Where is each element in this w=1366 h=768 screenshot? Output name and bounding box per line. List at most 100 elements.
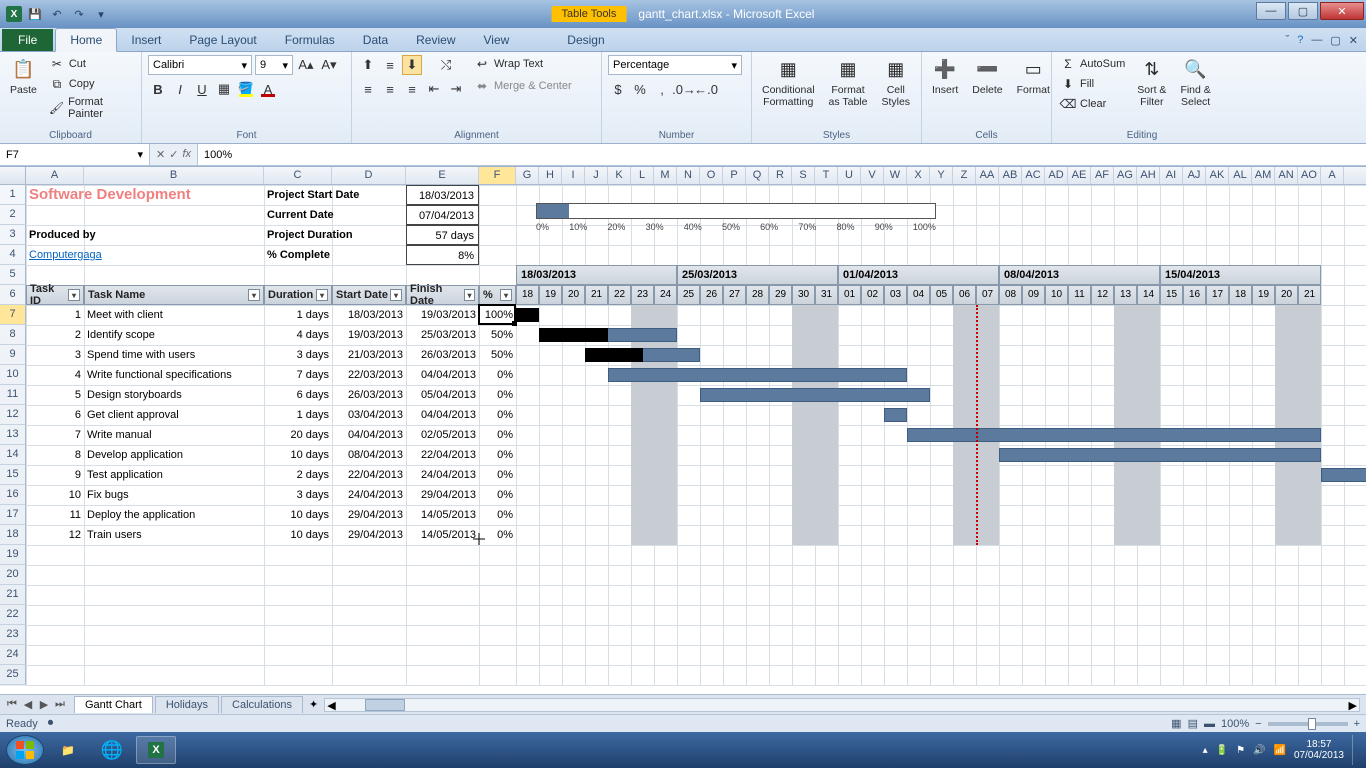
cell[interactable]: 3 xyxy=(26,345,84,365)
spreadsheet-grid[interactable]: ABCDEFGHIJKLMNOPQRSTUVWXYZAAABACADAEAFAG… xyxy=(0,166,1366,686)
cell[interactable]: 26/03/2013 xyxy=(406,345,479,365)
row-header[interactable]: 25 xyxy=(0,665,26,685)
view-pagebreak-icon[interactable]: ▬ xyxy=(1204,718,1215,730)
cell[interactable]: 03/04/2013 xyxy=(332,405,406,425)
comma-format-button[interactable]: , xyxy=(652,79,672,99)
column-header[interactable]: I xyxy=(562,167,585,184)
column-header[interactable]: G xyxy=(516,167,539,184)
cell[interactable]: 3 days xyxy=(264,485,332,505)
column-header[interactable]: U xyxy=(838,167,861,184)
zoom-out-button[interactable]: − xyxy=(1255,718,1261,730)
sort-filter-button[interactable]: ⇅Sort & Filter xyxy=(1133,55,1170,110)
column-header[interactable]: T xyxy=(815,167,838,184)
column-header[interactable]: L xyxy=(631,167,654,184)
cell[interactable]: 10 xyxy=(26,485,84,505)
column-header[interactable]: Z xyxy=(953,167,976,184)
taskbar-chrome-icon[interactable]: 🌐 xyxy=(92,736,132,764)
zoom-in-button[interactable]: + xyxy=(1354,718,1360,730)
column-header[interactable]: AN xyxy=(1275,167,1298,184)
cell[interactable]: Spend time with users xyxy=(84,345,264,365)
cell[interactable]: 1 days xyxy=(264,305,332,325)
column-header[interactable]: AG xyxy=(1114,167,1137,184)
cell[interactable]: 50% xyxy=(479,325,516,345)
cell[interactable]: 08/04/2013 xyxy=(332,445,406,465)
column-header[interactable]: V xyxy=(861,167,884,184)
column-header[interactable]: AJ xyxy=(1183,167,1206,184)
filter-dropdown-icon[interactable]: ▾ xyxy=(464,289,475,301)
align-right-button[interactable]: ≡ xyxy=(402,79,422,99)
cell[interactable]: Project Start Date xyxy=(264,185,404,205)
cell[interactable]: % Complete xyxy=(264,245,404,265)
workbook-restore-icon[interactable]: ▢ xyxy=(1330,34,1340,47)
grow-font-button[interactable]: A▴ xyxy=(296,55,316,75)
column-header[interactable]: M xyxy=(654,167,677,184)
cell[interactable]: Write functional specifications xyxy=(84,365,264,385)
cell[interactable]: Train users xyxy=(84,525,264,545)
cell[interactable]: 0% xyxy=(479,485,516,505)
cut-button[interactable]: ✂Cut xyxy=(47,55,135,73)
cell[interactable]: Identify scope xyxy=(84,325,264,345)
taskbar-excel-icon[interactable]: X xyxy=(136,736,176,764)
row-header[interactable]: 14 xyxy=(0,445,26,465)
merge-center-button[interactable]: ⬌Merge & Center xyxy=(472,77,574,95)
table-header[interactable]: Start Date▾ xyxy=(332,285,406,305)
cell[interactable]: 1 days xyxy=(264,405,332,425)
file-tab[interactable]: File xyxy=(2,29,53,51)
minimize-ribbon-icon[interactable]: ˇ xyxy=(1286,34,1290,47)
cell[interactable]: Produced by xyxy=(26,225,206,245)
cell[interactable]: 6 days xyxy=(264,385,332,405)
column-header[interactable]: H xyxy=(539,167,562,184)
row-header[interactable]: 15 xyxy=(0,465,26,485)
cell[interactable]: 14/05/2013 xyxy=(406,525,479,545)
cell[interactable]: 19/03/2013 xyxy=(332,325,406,345)
decrease-decimal-button[interactable]: ←.0 xyxy=(696,79,716,99)
filter-dropdown-icon[interactable]: ▾ xyxy=(500,289,512,301)
row-header[interactable]: 6 xyxy=(0,285,26,305)
cell[interactable]: 2 days xyxy=(264,465,332,485)
cell[interactable]: Test application xyxy=(84,465,264,485)
column-header[interactable]: B xyxy=(84,167,264,184)
cell[interactable]: 22/04/2013 xyxy=(406,445,479,465)
format-as-table-button[interactable]: ▦Format as Table xyxy=(825,55,872,110)
tray-expand-icon[interactable]: ▴ xyxy=(1203,745,1208,756)
cell[interactable]: 04/04/2013 xyxy=(406,405,479,425)
sheet-tab-calculations[interactable]: Calculations xyxy=(221,696,303,713)
start-button[interactable] xyxy=(6,735,44,765)
cell[interactable]: 0% xyxy=(479,525,516,545)
cell[interactable]: 04/04/2013 xyxy=(332,425,406,445)
help-icon[interactable]: ? xyxy=(1297,34,1303,47)
font-color-button[interactable]: A xyxy=(258,79,278,99)
delete-cells-button[interactable]: ➖Delete xyxy=(968,55,1006,98)
row-header[interactable]: 10 xyxy=(0,365,26,385)
autosum-button[interactable]: ΣAutoSum xyxy=(1058,55,1127,73)
font-name-select[interactable]: Calibri▾ xyxy=(148,55,252,75)
cell[interactable]: 10 days xyxy=(264,525,332,545)
row-header[interactable]: 23 xyxy=(0,625,26,645)
percent-format-button[interactable]: % xyxy=(630,79,650,99)
cell[interactable]: 4 days xyxy=(264,325,332,345)
new-sheet-icon[interactable]: ✦ xyxy=(309,698,318,711)
system-clock[interactable]: 18:5707/04/2013 xyxy=(1294,739,1344,761)
row-header[interactable]: 2 xyxy=(0,205,26,225)
cell[interactable]: Current Date xyxy=(264,205,404,225)
row-header[interactable]: 21 xyxy=(0,585,26,605)
cell[interactable]: 2 xyxy=(26,325,84,345)
column-header[interactable]: S xyxy=(792,167,815,184)
shrink-font-button[interactable]: A▾ xyxy=(319,55,339,75)
show-desktop-button[interactable] xyxy=(1352,735,1360,765)
cell[interactable]: 04/04/2013 xyxy=(406,365,479,385)
cell[interactable]: 50% xyxy=(479,345,516,365)
minimize-button[interactable]: — xyxy=(1256,2,1286,20)
cell[interactable]: 14/05/2013 xyxy=(406,505,479,525)
cell[interactable]: 22/03/2013 xyxy=(332,365,406,385)
cell[interactable]: 3 days xyxy=(264,345,332,365)
sheet-nav-first-icon[interactable]: ⏮ xyxy=(4,698,20,711)
cell[interactable]: 20 days xyxy=(264,425,332,445)
fx-icon[interactable]: fx xyxy=(182,148,191,161)
filter-dropdown-icon[interactable]: ▾ xyxy=(316,289,328,301)
table-header[interactable]: Duration▾ xyxy=(264,285,332,305)
paste-button[interactable]: 📋 Paste xyxy=(6,55,41,98)
column-header[interactable]: J xyxy=(585,167,608,184)
cell[interactable]: 26/03/2013 xyxy=(332,385,406,405)
row-header[interactable]: 12 xyxy=(0,405,26,425)
